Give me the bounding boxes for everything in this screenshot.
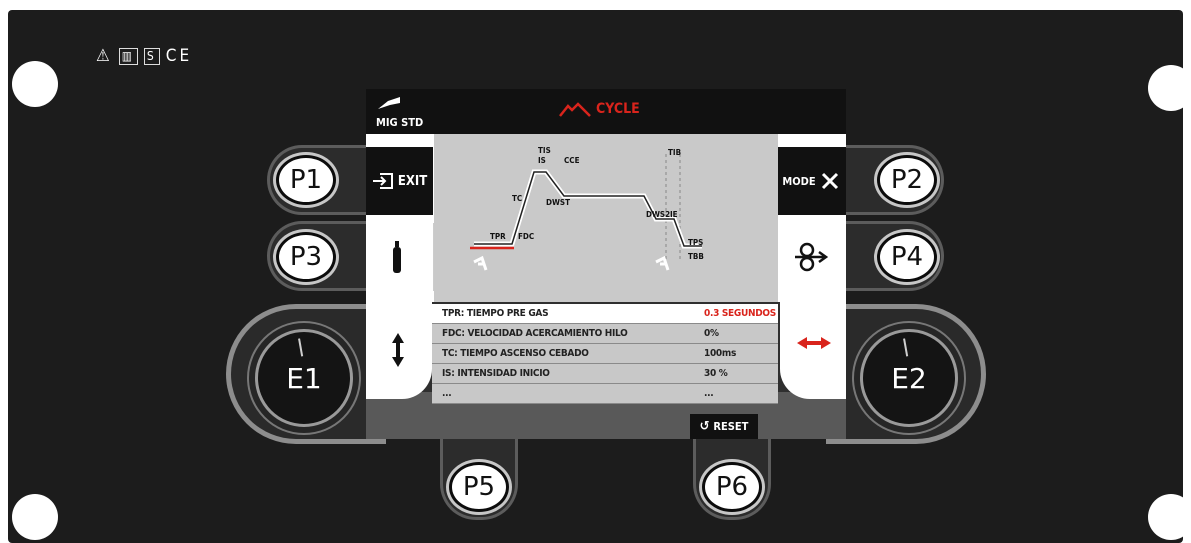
- cycle-curve: [470, 154, 702, 271]
- e2-encoder[interactable]: E2: [860, 329, 958, 427]
- graph-label-tpr: TPR: [490, 232, 506, 241]
- wire-feed-softkey[interactable]: [779, 223, 846, 291]
- graph-label-fdc: FDC: [518, 232, 535, 241]
- reset-label: RESET: [713, 420, 749, 433]
- p2-button[interactable]: P2: [877, 155, 937, 205]
- parameter-name: ...: [432, 383, 704, 404]
- reset-icon: ↺: [699, 419, 710, 434]
- tools-icon: [821, 172, 838, 190]
- mode-label: MODE: [782, 174, 816, 188]
- parameter-row[interactable]: ... ...: [432, 383, 778, 404]
- cycle-icon: [559, 102, 591, 117]
- e1-encoder[interactable]: E1: [255, 329, 353, 427]
- left-right-arrows-icon: [797, 337, 831, 349]
- exit-label: EXIT: [397, 173, 428, 189]
- gas-softkey[interactable]: [366, 223, 434, 291]
- encoder-marker: [298, 338, 304, 357]
- encoder-marker: [903, 338, 909, 357]
- parameter-name: TC: TIEMPO ASCENSO CEBADO: [432, 343, 704, 364]
- parameter-row[interactable]: FDC: VELOCIDAD ACERCAMIENTO HILO 0%: [432, 323, 778, 344]
- parameter-name: TPR: TIEMPO PRE GAS: [432, 304, 704, 324]
- exit-icon: [372, 173, 393, 189]
- graph-label-tis: TIS: [538, 146, 551, 155]
- graph-label-tib: TIB: [668, 148, 682, 157]
- welding-mode-label: MIG STD: [376, 116, 424, 129]
- parameter-value: 0%: [704, 323, 778, 344]
- graph-label-cce: CCE: [564, 156, 580, 165]
- graph-label-ie: IE: [670, 210, 678, 219]
- graph-label-tps: TPS: [688, 238, 704, 247]
- parameter-value: 100ms: [704, 343, 778, 364]
- wire-feed-icon: [795, 242, 829, 272]
- p4-button[interactable]: P4: [877, 232, 937, 282]
- mounting-hole: [1148, 65, 1191, 111]
- parameter-value: ...: [704, 383, 778, 404]
- parameter-list: TPR: TIEMPO PRE GAS 0.3 SEGUNDOS FDC: VE…: [432, 304, 778, 404]
- e2-adjust-indicator: [780, 302, 846, 399]
- gas-bottle-icon: [393, 241, 401, 273]
- manual-icon: ▥: [118, 47, 138, 65]
- parameter-row[interactable]: IS: INTENSIDAD INICIO 30 %: [432, 363, 778, 384]
- up-down-arrows-icon: [392, 333, 404, 367]
- parameter-name: IS: INTENSIDAD INICIO: [432, 363, 704, 384]
- e1-scroll-indicator: [366, 302, 432, 399]
- p3-button[interactable]: P3: [276, 232, 336, 282]
- lcd-screen: MIG STD CYCLE EXIT MODE TIS IS CCE TC DW…: [366, 89, 846, 439]
- p6-button[interactable]: P6: [702, 462, 762, 512]
- exit-softkey[interactable]: EXIT: [366, 147, 433, 215]
- warning-icon: ⚠: [96, 46, 113, 66]
- mounting-hole: [12, 61, 58, 107]
- e2-label: E2: [891, 361, 927, 395]
- graph-label-dwst: DWST: [546, 198, 571, 207]
- reset-softkey[interactable]: ↺ RESET: [690, 414, 758, 439]
- cycle-label: CYCLE: [596, 101, 640, 117]
- p5-button[interactable]: P5: [449, 462, 509, 512]
- mode-softkey[interactable]: MODE: [778, 147, 846, 215]
- parameter-row[interactable]: TPR: TIEMPO PRE GAS 0.3 SEGUNDOS: [432, 304, 778, 324]
- ce-mark: CE: [165, 46, 193, 66]
- welding-cycle-graph: TIS IS CCE TC DWST TPR FDC TIB DWS2 IE T…: [434, 134, 778, 302]
- cycle-indicator: CYCLE: [558, 100, 640, 118]
- mounting-hole: [12, 494, 58, 540]
- e1-label: E1: [286, 361, 322, 395]
- parameter-name: FDC: VELOCIDAD ACERCAMIENTO HILO: [432, 323, 704, 344]
- graph-label-tc: TC: [512, 194, 523, 203]
- graph-label-tbb: TBB: [688, 252, 704, 261]
- mounting-hole: [1148, 494, 1191, 540]
- certification-symbols: ⚠ ▥ S CE: [96, 46, 192, 66]
- p1-button[interactable]: P1: [276, 155, 336, 205]
- s-mark-icon: S: [143, 47, 160, 65]
- graph-label-is: IS: [538, 156, 546, 165]
- parameter-row[interactable]: TC: TIEMPO ASCENSO CEBADO 100ms: [432, 343, 778, 364]
- graph-label-dws2: DWS2: [646, 210, 671, 219]
- torch-icon: [378, 97, 400, 109]
- parameter-value: 30 %: [704, 363, 778, 384]
- screen-header: MIG STD CYCLE: [366, 89, 846, 134]
- parameter-value: 0.3 SEGUNDOS: [704, 304, 778, 324]
